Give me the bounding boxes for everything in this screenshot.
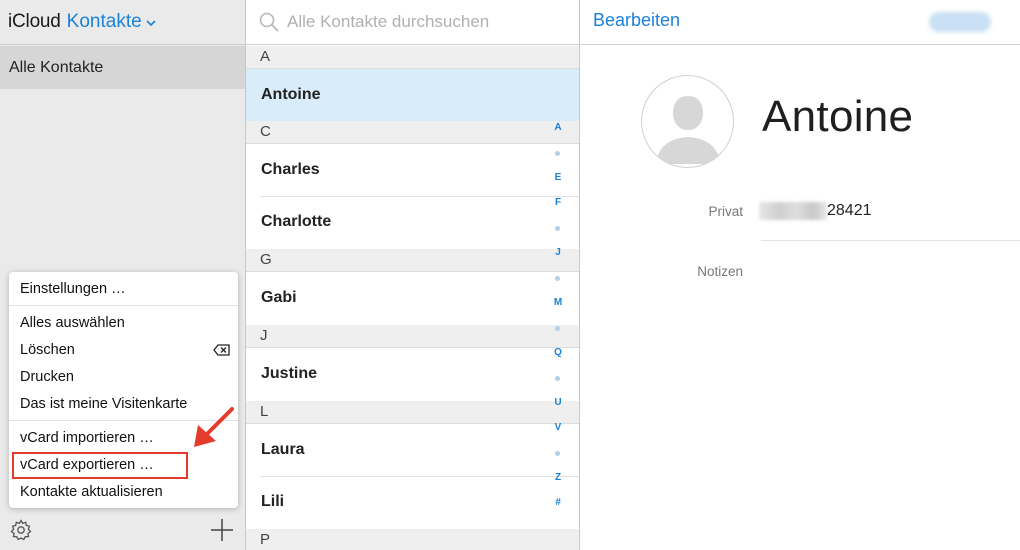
sidebar-item-label: Alle Kontakte xyxy=(9,58,104,76)
gear-icon[interactable] xyxy=(9,518,33,542)
menu-divider xyxy=(9,305,238,306)
brand-label: iCloud xyxy=(8,11,61,32)
redacted-phone-prefix xyxy=(759,202,827,220)
section-header: A xyxy=(246,46,579,69)
index-dot[interactable] xyxy=(555,376,560,381)
detail-header: Bearbeiten xyxy=(581,0,1020,45)
field-divider xyxy=(761,240,1020,241)
menu-item-select-all[interactable]: Alles auswählen xyxy=(20,315,125,331)
sidebar-footer xyxy=(0,510,245,550)
menu-item-my-card[interactable]: Das ist meine Visitenkarte xyxy=(20,396,187,412)
index-dot[interactable] xyxy=(555,451,560,456)
section-header: C xyxy=(246,121,579,144)
menu-item-delete[interactable]: Löschen xyxy=(20,342,75,358)
index-dot[interactable] xyxy=(555,151,560,156)
contact-row-justine[interactable]: Justine xyxy=(246,348,579,400)
section-header: P xyxy=(246,529,579,550)
add-contact-icon[interactable] xyxy=(210,518,234,542)
app-switcher[interactable]: Kontakte xyxy=(67,11,142,33)
menu-item-import-vcard[interactable]: vCard importieren … xyxy=(20,430,154,446)
edit-button[interactable]: Bearbeiten xyxy=(593,10,680,31)
index-letter[interactable]: J xyxy=(551,247,565,258)
notes-label: Notizen xyxy=(697,264,743,279)
person-silhouette-icon xyxy=(656,96,721,164)
highlight-annotation xyxy=(12,452,188,479)
menu-item-settings[interactable]: Einstellungen … xyxy=(20,281,126,297)
index-letter[interactable]: E xyxy=(551,172,565,183)
contact-name: Antoine xyxy=(762,92,914,141)
delete-backspace-icon xyxy=(213,344,230,356)
index-letter[interactable]: U xyxy=(551,397,565,408)
index-letter[interactable]: # xyxy=(551,497,565,508)
menu-item-print[interactable]: Drucken xyxy=(20,369,74,385)
contact-row-laura[interactable]: Laura xyxy=(246,424,579,476)
index-letter[interactable]: A xyxy=(551,122,565,133)
settings-menu: Einstellungen … Alles auswählen Löschen … xyxy=(9,272,238,508)
phone-label: Privat xyxy=(708,204,743,219)
section-header: J xyxy=(246,325,579,348)
arrow-annotation-icon xyxy=(194,407,234,447)
index-dot[interactable] xyxy=(555,226,560,231)
index-dot[interactable] xyxy=(555,326,560,331)
chevron-down-icon[interactable] xyxy=(146,19,156,27)
contact-row-antoine[interactable]: Antoine xyxy=(246,69,579,121)
sidebar-header: iCloud Kontakte xyxy=(0,0,246,45)
index-letter[interactable]: F xyxy=(551,197,565,208)
contact-row-gabi[interactable]: Gabi xyxy=(246,272,579,324)
index-dot[interactable] xyxy=(555,276,560,281)
index-letter[interactable]: Z xyxy=(551,472,565,483)
search-bar[interactable]: Alle Kontakte durchsuchen xyxy=(246,0,579,45)
index-letter[interactable]: Q xyxy=(551,347,565,358)
menu-item-refresh[interactable]: Kontakte aktualisieren xyxy=(20,484,163,500)
index-letter[interactable]: V xyxy=(551,422,565,433)
search-icon xyxy=(259,12,279,32)
index-letter[interactable]: M xyxy=(551,297,565,308)
section-header: G xyxy=(246,249,579,272)
contact-row-charles[interactable]: Charles xyxy=(246,144,579,196)
contact-list: Alle Kontakte durchsuchen A Antoine C Ch… xyxy=(246,0,580,550)
contact-row-charlotte[interactable]: Charlotte xyxy=(246,196,579,248)
sidebar: iCloud Kontakte Alle Kontakte Einstellun… xyxy=(0,0,246,550)
sidebar-item-all-contacts[interactable]: Alle Kontakte xyxy=(0,46,245,89)
avatar xyxy=(641,75,734,168)
search-input[interactable]: Alle Kontakte durchsuchen xyxy=(287,12,489,32)
section-header: L xyxy=(246,401,579,424)
contact-row-lili[interactable]: Lili xyxy=(246,476,579,528)
account-button[interactable] xyxy=(929,12,991,32)
phone-value[interactable]: 28421 xyxy=(827,202,872,220)
contact-detail: Bearbeiten Antoine Privat 28421 Notizen xyxy=(581,0,1020,550)
